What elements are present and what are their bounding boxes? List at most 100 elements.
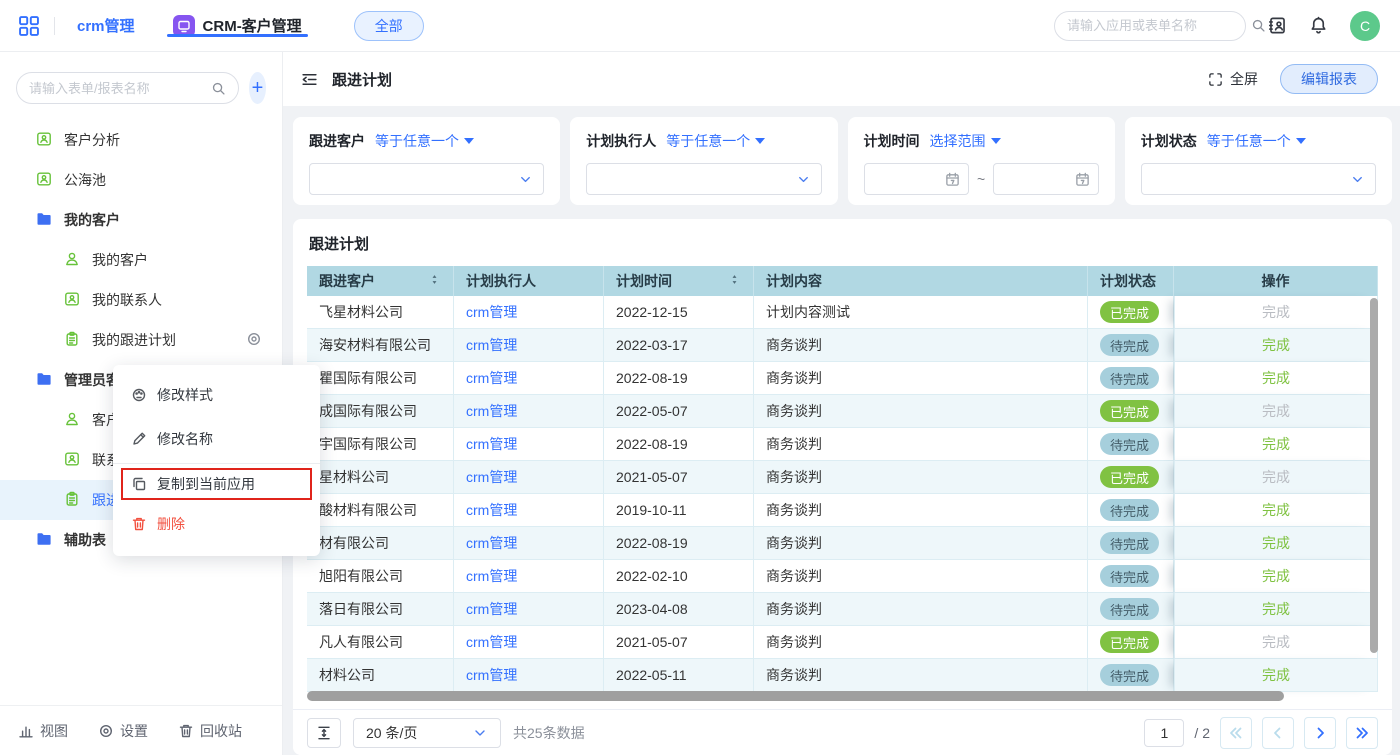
filter-select[interactable] (1141, 163, 1376, 195)
complete-action-button[interactable]: 完成 (1262, 335, 1290, 355)
column-header-0[interactable]: 跟进客户 (307, 266, 454, 296)
filter-select[interactable] (586, 163, 821, 195)
cell-action: 完成 (1174, 362, 1378, 395)
first-page-button[interactable] (1220, 717, 1252, 749)
cell-action: 完成 (1174, 329, 1378, 362)
executor-link[interactable]: crm管理 (466, 533, 517, 553)
folder-icon (36, 531, 52, 547)
executor-link[interactable]: crm管理 (466, 335, 517, 355)
sidebar-footer-gear[interactable]: 设置 (98, 721, 148, 741)
search-icon[interactable] (211, 81, 226, 96)
context-menu-label: 复制到当前应用 (157, 474, 255, 494)
date-start-input[interactable] (864, 163, 970, 195)
global-search[interactable] (1054, 11, 1246, 41)
column-header-3[interactable]: 计划内容 (754, 266, 1088, 296)
trash-icon (178, 723, 194, 739)
complete-action-button: 完成 (1262, 467, 1290, 487)
copy-icon (131, 476, 147, 492)
filter-card-3: 计划状态 等于任意一个 (1125, 117, 1392, 205)
executor-link[interactable]: crm管理 (466, 632, 517, 652)
avatar[interactable]: C (1350, 11, 1380, 41)
table-card: 跟进计划 跟进客户 计划执行人 计划时间 计划内容 计划状态 操作 飞星材料公司… (293, 219, 1392, 755)
sidebar-footer-chart-view[interactable]: 视图 (18, 721, 68, 741)
app-grid-icon[interactable] (18, 15, 40, 37)
complete-action-button[interactable]: 完成 (1262, 566, 1290, 586)
column-label: 跟进客户 (319, 271, 375, 291)
filter-operator[interactable]: 等于任意一个 (666, 131, 765, 151)
executor-link[interactable]: crm管理 (466, 467, 517, 487)
menu-fold-icon[interactable] (301, 71, 318, 88)
tab-crm-app[interactable]: CRM-客户管理 (157, 15, 318, 37)
executor-link[interactable]: crm管理 (466, 500, 517, 520)
row-height-toggle-button[interactable] (307, 718, 341, 748)
sidebar-footer-trash[interactable]: 回收站 (178, 721, 242, 741)
cell-customer: 海安材料有限公司 (307, 329, 454, 362)
cell-status: 待完成 (1088, 659, 1174, 692)
executor-link[interactable]: crm管理 (466, 665, 517, 685)
column-header-1[interactable]: 计划执行人 (454, 266, 604, 296)
sidebar-item-5[interactable]: 我的跟进计划 (0, 320, 282, 360)
filter-select[interactable] (309, 163, 544, 195)
global-search-input[interactable] (1067, 18, 1243, 33)
next-page-button[interactable] (1304, 717, 1336, 749)
sidebar-item-3[interactable]: 我的客户 (0, 240, 282, 280)
context-menu-label: 删除 (157, 514, 185, 534)
gear-icon[interactable] (246, 331, 262, 347)
last-page-button[interactable] (1346, 717, 1378, 749)
page-size-select[interactable]: 20 条/页 (353, 718, 501, 748)
executor-link[interactable]: crm管理 (466, 434, 517, 454)
sort-icon[interactable] (428, 273, 441, 286)
folder-icon (36, 211, 52, 227)
contacts-icon[interactable] (1268, 16, 1287, 35)
complete-action-button[interactable]: 完成 (1262, 434, 1290, 454)
horizontal-scrollbar[interactable] (307, 691, 1284, 701)
sidebar-item-1[interactable]: 公海池 (0, 160, 282, 200)
page-number-input[interactable] (1144, 719, 1184, 747)
complete-action-button[interactable]: 完成 (1262, 665, 1290, 685)
filter-operator[interactable]: 等于任意一个 (1207, 131, 1306, 151)
bell-icon[interactable] (1309, 16, 1328, 35)
sort-icon[interactable] (728, 273, 741, 286)
sidebar-item-4[interactable]: 我的联系人 (0, 280, 282, 320)
add-form-button[interactable]: + (249, 72, 266, 104)
executor-link[interactable]: crm管理 (466, 599, 517, 619)
filter-row: 跟进客户 等于任意一个 计划执行人 等于任意一个 计划时间 选择范围 ~ 计划状… (293, 117, 1392, 205)
total-pages: / 2 (1194, 725, 1210, 741)
chart-view-icon (18, 723, 34, 739)
complete-action-button[interactable]: 完成 (1262, 368, 1290, 388)
column-header-2[interactable]: 计划时间 (604, 266, 754, 296)
filter-operator[interactable]: 选择范围 (930, 131, 1001, 151)
context-menu-item-0[interactable]: 修改样式 (113, 373, 320, 417)
column-header-4[interactable]: 计划状态 (1088, 266, 1174, 296)
sidebar-search[interactable] (16, 72, 239, 104)
executor-link[interactable]: crm管理 (466, 302, 517, 322)
complete-action-button[interactable]: 完成 (1262, 533, 1290, 553)
filter-all-pill[interactable]: 全部 (354, 11, 424, 41)
fullscreen-button[interactable]: 全屏 (1208, 69, 1258, 89)
sidebar-item-2[interactable]: 我的客户 (0, 200, 282, 240)
context-menu-item-1[interactable]: 修改名称 (113, 417, 320, 461)
prev-page-button[interactable] (1262, 717, 1294, 749)
context-menu-item-2[interactable]: 复制到当前应用 (123, 470, 310, 498)
date-end-input[interactable] (993, 163, 1099, 195)
context-menu-item-3[interactable]: 删除 (113, 502, 320, 546)
search-icon[interactable] (1251, 18, 1266, 33)
executor-link[interactable]: crm管理 (466, 401, 517, 421)
sidebar-search-input[interactable] (29, 81, 205, 96)
table-row: 宇国际有限公司 crm管理 2022-08-19 商务谈判 待完成 完成 (307, 428, 1378, 461)
cell-status: 待完成 (1088, 593, 1174, 626)
sidebar-item-0[interactable]: 客户分析 (0, 120, 282, 160)
executor-link[interactable]: crm管理 (466, 368, 517, 388)
workspace-name[interactable]: crm管理 (69, 15, 143, 36)
executor-link[interactable]: crm管理 (466, 566, 517, 586)
context-menu-label: 修改名称 (157, 429, 213, 449)
column-header-5[interactable]: 操作 (1174, 266, 1378, 296)
cell-date: 2022-02-10 (604, 560, 754, 593)
filter-operator[interactable]: 等于任意一个 (375, 131, 474, 151)
edit-report-button[interactable]: 编辑报表 (1280, 64, 1378, 94)
complete-action-button[interactable]: 完成 (1262, 599, 1290, 619)
vertical-scrollbar[interactable] (1370, 298, 1378, 653)
complete-action-button[interactable]: 完成 (1262, 500, 1290, 520)
page-title: 跟进计划 (332, 69, 392, 90)
nav-left: crm管理 CRM-客户管理 全部 (0, 0, 424, 51)
